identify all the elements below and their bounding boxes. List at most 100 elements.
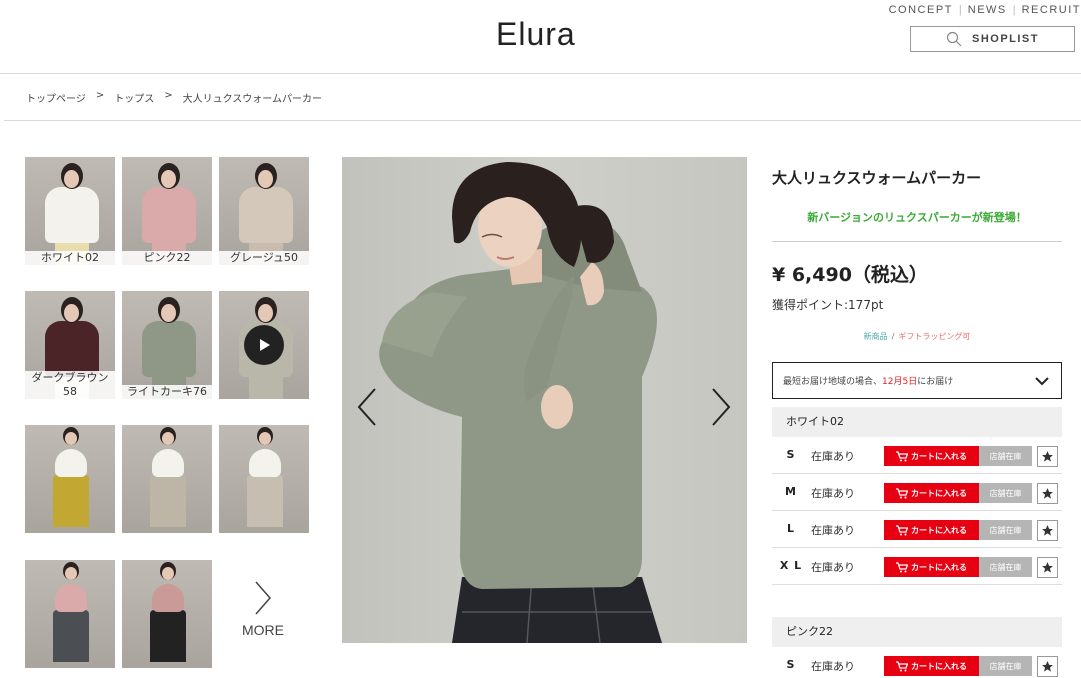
store-stock-button[interactable]: 店舗在庫	[979, 557, 1032, 577]
favorite-button[interactable]	[1037, 520, 1058, 541]
nav-recruit[interactable]: RECRUIT	[1022, 4, 1081, 16]
thumbnail-top	[152, 584, 184, 612]
thumbnail-face	[162, 567, 174, 580]
tag-gift-wrapping: ギフトラッピング可	[898, 332, 971, 341]
chevron-down-icon	[1035, 377, 1049, 386]
star-icon	[1042, 488, 1053, 499]
breadcrumb: トップページ > トップス > 大人リュクスウォームパーカー	[26, 90, 322, 105]
shoplist-button[interactable]: SHOPLIST	[910, 26, 1075, 52]
breadcrumb-tops[interactable]: トップス	[114, 90, 154, 105]
product-thumbnail[interactable]	[122, 425, 212, 533]
thumbnail-top	[45, 187, 99, 243]
product-thumbnail[interactable]: ホワイト02	[25, 157, 115, 265]
stock-status: 在庫あり	[811, 524, 855, 537]
search-icon	[946, 31, 962, 47]
thumbnail-face	[161, 304, 176, 322]
thumbnail-top	[239, 187, 293, 243]
product-thumbnail[interactable]: ライトカーキ76	[122, 291, 212, 399]
thumbnail-face	[64, 170, 79, 188]
breadcrumb-current: 大人リュクスウォームパーカー	[182, 94, 322, 105]
thumbnail-bottoms	[150, 475, 186, 527]
product-thumbnail[interactable]	[219, 425, 309, 533]
product-price: ¥ 6,490（税込）	[772, 264, 928, 286]
main-product-image	[342, 157, 747, 643]
more-label: MORE	[242, 622, 284, 638]
product-thumbnail[interactable]: ダークブラウン58	[25, 291, 115, 399]
stock-status: 在庫あり	[811, 450, 855, 463]
thumbnail-color-label: グレージュ50	[219, 251, 309, 265]
product-thumbnail[interactable]	[25, 560, 115, 668]
thumbnail-bottoms	[247, 475, 283, 527]
delivery-dropdown[interactable]: 最短お届け地域の場合、 12月5日 にお届け	[772, 362, 1062, 399]
play-video-button[interactable]	[244, 325, 284, 365]
play-icon	[260, 339, 270, 351]
product-title: 大人リュクスウォームパーカー	[772, 169, 982, 187]
product-thumbnail[interactable]	[25, 425, 115, 533]
breadcrumb-separator: >	[164, 90, 173, 101]
thumbnail-face	[64, 304, 79, 322]
store-stock-label: 店舗在庫	[989, 525, 1022, 535]
star-icon	[1042, 661, 1053, 672]
product-thumbnail[interactable]: ピンク22	[122, 157, 212, 265]
size-label: L	[786, 522, 795, 535]
size-row: S 在庫あり カートに入れる 店舗在庫	[772, 647, 1062, 678]
breadcrumb-home[interactable]: トップページ	[26, 90, 86, 105]
thumbnail-face	[65, 432, 77, 445]
site-logo[interactable]: Elura	[496, 16, 576, 53]
thumbnail-face	[258, 170, 273, 188]
thumbnail-bottoms	[53, 610, 89, 662]
add-to-cart-button[interactable]: カートに入れる	[884, 656, 979, 676]
stock-status: 在庫あり	[811, 660, 855, 673]
top-nav: CONCEPT | NEWS | RECRUIT	[889, 4, 1081, 16]
thumbnail-top	[142, 187, 196, 243]
favorite-button[interactable]	[1037, 483, 1058, 504]
next-image-arrow-icon[interactable]	[710, 387, 732, 427]
nav-concept[interactable]: CONCEPT	[889, 4, 953, 16]
stock-status: 在庫あり	[811, 487, 855, 500]
thumbnail-bottoms	[53, 475, 89, 527]
store-stock-button[interactable]: 店舗在庫	[979, 446, 1032, 466]
product-catchphrase: 新バージョンのリュクスパーカーが新登場！	[807, 211, 1027, 224]
add-to-cart-label: カートに入れる	[911, 562, 967, 572]
store-stock-label: 店舗在庫	[989, 451, 1022, 461]
product-thumbnail[interactable]: グレージュ50	[219, 157, 309, 265]
thumbnail-color-label: ライトカーキ76	[122, 385, 212, 399]
size-row: L 在庫あり カートに入れる 店舗在庫	[772, 511, 1062, 548]
thumbnail-color-label: ピンク22	[122, 251, 212, 265]
stock-status: 在庫あり	[811, 561, 855, 574]
thumbnail-top	[142, 321, 196, 377]
size-label: M	[785, 485, 797, 498]
thumbnail-color-label: ダークブラウン58	[25, 371, 115, 399]
add-to-cart-button[interactable]: カートに入れる	[884, 483, 979, 503]
add-to-cart-button[interactable]: カートに入れる	[884, 520, 979, 540]
shoplist-label: SHOPLIST	[971, 33, 1039, 45]
store-stock-button[interactable]: 店舗在庫	[979, 656, 1032, 676]
cart-icon	[896, 660, 908, 671]
favorite-button[interactable]	[1037, 557, 1058, 578]
breadcrumb-separator: >	[95, 90, 105, 101]
product-thumbnail[interactable]	[219, 291, 309, 399]
size-label: S	[786, 658, 796, 671]
model-photo	[379, 162, 662, 643]
product-thumbnail[interactable]	[122, 560, 212, 668]
store-stock-button[interactable]: 店舗在庫	[979, 483, 1032, 503]
add-to-cart-button[interactable]: カートに入れる	[884, 557, 979, 577]
favorite-button[interactable]	[1037, 446, 1058, 467]
thumbnail-face	[259, 432, 271, 445]
add-to-cart-label: カートに入れる	[911, 488, 967, 498]
thumbnail-top	[55, 449, 87, 477]
site-header: Elura CONCEPT | NEWS | RECRUIT SHOPLIST	[0, 0, 1081, 74]
store-stock-label: 店舗在庫	[989, 488, 1022, 498]
thumbnail-top	[55, 584, 87, 612]
prev-image-arrow-icon[interactable]	[356, 387, 378, 427]
size-row: S 在庫あり カートに入れる 店舗在庫	[772, 437, 1062, 474]
nav-divider: |	[958, 4, 962, 16]
divider	[4, 120, 1081, 121]
thumbnail-face	[162, 432, 174, 445]
nav-news[interactable]: NEWS	[968, 4, 1007, 16]
add-to-cart-button[interactable]: カートに入れる	[884, 446, 979, 466]
add-to-cart-label: カートに入れる	[911, 661, 967, 671]
favorite-button[interactable]	[1037, 656, 1058, 677]
more-button[interactable]: MORE	[218, 580, 308, 638]
store-stock-button[interactable]: 店舗在庫	[979, 520, 1032, 540]
